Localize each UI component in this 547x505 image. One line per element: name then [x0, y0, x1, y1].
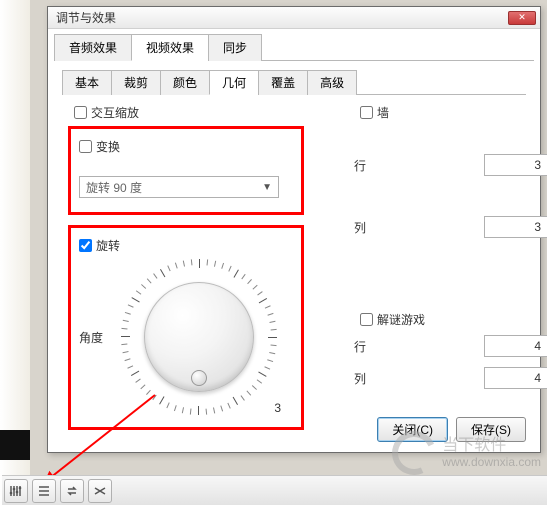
chevron-down-icon: ▼: [262, 182, 272, 193]
angle-label: 角度: [79, 329, 109, 346]
interactive-zoom-label: 交互缩放: [91, 104, 139, 121]
col2-value: 4: [485, 368, 547, 388]
interactive-zoom-checkbox[interactable]: [74, 106, 87, 119]
watermark-site: 当下软件: [442, 436, 541, 455]
tab-color[interactable]: 颜色: [160, 70, 210, 95]
adjustments-effects-dialog: 调节与效果 ✕ 音频效果 视频效果 同步 基本 裁剪 颜色 几何 覆盖 高级 交…: [47, 6, 541, 453]
bottom-toolbar: [2, 475, 547, 505]
watermark-url: www.downxia.com: [442, 455, 541, 469]
tab-overlay[interactable]: 覆盖: [258, 70, 308, 95]
main-tabs: 音频效果 视频效果 同步: [54, 33, 534, 61]
tab-audio-effects[interactable]: 音频效果: [54, 34, 132, 61]
transform-checkbox[interactable]: [79, 140, 92, 153]
watermark-logo-icon: [386, 425, 442, 481]
puzzle-label: 解谜游戏: [377, 311, 425, 328]
background-dark: [0, 430, 30, 460]
wall-label: 墙: [377, 104, 389, 121]
puzzle-row: 解谜游戏: [354, 308, 547, 331]
row1-spinner[interactable]: 3 ▲▼: [484, 154, 547, 176]
row1-value: 3: [485, 155, 547, 175]
rotation-dial[interactable]: 3: [119, 257, 279, 417]
rotate-label: 旋转: [96, 237, 120, 254]
highlight-rotate-box: 旋转 角度 3: [68, 225, 304, 430]
wall-checkbox[interactable]: [360, 106, 373, 119]
transform-combo-value: 旋转 90 度: [86, 179, 142, 196]
col1-spinner[interactable]: 3 ▲▼: [484, 216, 547, 238]
dial-knob[interactable]: [144, 282, 254, 392]
tab-sync[interactable]: 同步: [208, 34, 262, 61]
col1-value: 3: [485, 217, 547, 237]
row2-label: 行: [354, 338, 378, 355]
row2-value: 4: [485, 336, 547, 356]
sub-tabs: 基本 裁剪 颜色 几何 覆盖 高级: [62, 69, 526, 95]
interactive-zoom-row: 交互缩放: [68, 101, 304, 124]
transform-label: 变换: [96, 138, 120, 155]
transform-combo[interactable]: 旋转 90 度 ▼: [79, 176, 279, 198]
tab-advanced[interactable]: 高级: [307, 70, 357, 95]
tab-basic[interactable]: 基本: [62, 70, 112, 95]
tab-video-effects[interactable]: 视频效果: [131, 34, 209, 61]
watermark: 当下软件 www.downxia.com: [392, 431, 541, 475]
row1-label: 行: [354, 157, 378, 174]
row2-spinner[interactable]: 4 ▲▼: [484, 335, 547, 357]
highlight-transform-box: 变换 旋转 90 度 ▼: [68, 126, 304, 215]
playlist-button[interactable]: [32, 479, 56, 503]
titlebar: 调节与效果 ✕: [48, 7, 540, 29]
puzzle-checkbox[interactable]: [360, 313, 373, 326]
wall-row: 墙: [354, 101, 547, 124]
dialog-title: 调节与效果: [56, 9, 508, 26]
dial-value: 3: [274, 401, 281, 415]
equalizer-button[interactable]: [4, 479, 28, 503]
col1-label: 列: [354, 219, 378, 236]
col2-label: 列: [354, 370, 378, 387]
tab-crop[interactable]: 裁剪: [111, 70, 161, 95]
loop-button[interactable]: [60, 479, 84, 503]
shuffle-button[interactable]: [88, 479, 112, 503]
close-button[interactable]: ✕: [508, 11, 536, 25]
rotate-checkbox[interactable]: [79, 239, 92, 252]
dial-indicator: [191, 370, 207, 386]
col2-spinner[interactable]: 4 ▲▼: [484, 367, 547, 389]
tab-geometry[interactable]: 几何: [209, 70, 259, 95]
